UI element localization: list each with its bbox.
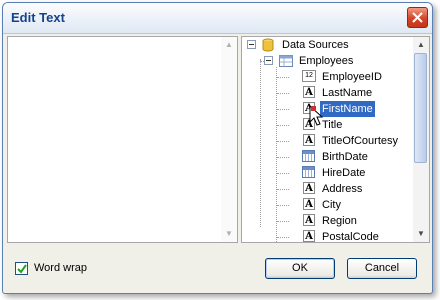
close-icon [412,12,423,23]
date-field-icon [302,166,315,178]
editor-scrollbar[interactable]: ▲ ▼ [221,37,237,242]
scroll-down-arrow-icon[interactable]: ▼ [417,230,425,238]
drag-cursor-icon [309,105,324,126]
scroll-up-arrow-icon[interactable]: ▲ [417,41,425,49]
scroll-up-arrow-icon[interactable]: ▲ [225,41,233,49]
collapse-employees-toggle[interactable] [264,56,273,65]
text-field-icon: A [303,134,315,146]
text-field-icon: A [303,214,315,226]
collapse-data-sources-toggle[interactable] [247,40,256,49]
word-wrap-checkbox[interactable] [15,262,28,275]
database-icon [262,38,274,52]
tree-scrollbar[interactable]: ▲ ▼ [413,37,429,242]
title-bar: Edit Text [3,3,432,34]
text-field-icon: A [303,198,315,210]
scrollbar-thumb[interactable] [414,53,427,163]
dialog-title: Edit Text [11,10,65,25]
text-editor[interactable]: ▲ ▼ [7,36,238,243]
data-tree-panel: Data Sources Employees 12 EmployeeID A L… [241,36,430,243]
data-tree: Data Sources Employees 12 EmployeeID A L… [242,37,413,242]
table-icon [279,55,293,67]
ok-button[interactable]: OK [265,258,335,279]
cancel-button[interactable]: Cancel [347,258,417,279]
number-field-icon: 12 [302,70,316,82]
text-field-icon: A [303,182,315,194]
date-field-icon [302,150,315,162]
scroll-down-arrow-icon[interactable]: ▼ [225,230,233,238]
text-field-icon: A [303,86,315,98]
word-wrap-label[interactable]: Word wrap [34,262,87,274]
text-field-icon: A [303,230,315,242]
checkmark-icon [17,264,27,274]
edit-text-dialog: Edit Text ▲ ▼ Data Sources Employees 12 … [2,2,433,294]
close-button[interactable] [407,7,428,28]
